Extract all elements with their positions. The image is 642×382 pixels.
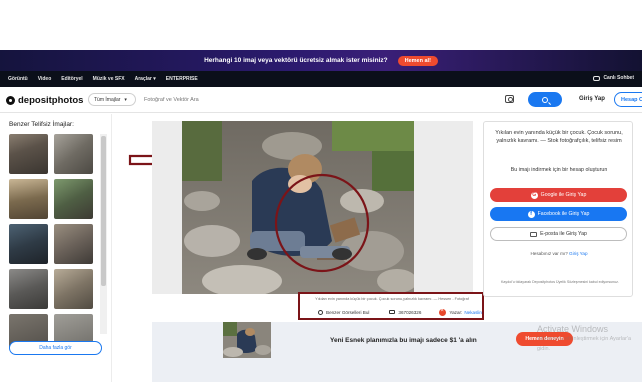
search-button[interactable] (528, 92, 562, 107)
chevron-down-icon: ▾ (124, 96, 127, 103)
card-subheading: Bu imajı indirmek için bir hesap oluştur… (510, 167, 608, 173)
facebook-login-button[interactable]: f Facebook ile Giriş Yap (490, 207, 627, 221)
have-account-prefix: Hesabınız var mı? (530, 251, 568, 256)
banner-thumbnail (223, 322, 271, 358)
signup-card: Yıkılan evin yanında küçük bir çocuk. Ço… (483, 121, 633, 297)
nav-item-enterprise[interactable]: ENTERPRISE (166, 76, 198, 82)
nav-item-video[interactable]: Video (38, 76, 52, 82)
thumbnail[interactable] (54, 134, 93, 174)
scrollbar-thumb[interactable] (101, 136, 106, 286)
mail-icon (530, 231, 538, 237)
page: Herhangi 10 imaj veya vektörü ücretsiz a… (0, 0, 642, 382)
thumbnail-grid (9, 134, 97, 348)
live-chat-button[interactable]: Canlı Sohbet (593, 75, 634, 81)
thumbnail[interactable] (54, 269, 93, 309)
logo-icon (6, 96, 15, 105)
main-nav: Görüntü Video Editöryel Müzik ve SFX Ara… (0, 71, 642, 87)
category-select[interactable]: Tüm İmajlar ▾ (88, 93, 136, 106)
card-heading: Yıkılan evin yanında küçük bir çocuk. Ço… (495, 130, 623, 144)
chat-icon (593, 75, 601, 81)
nav-item-editorial[interactable]: Editöryel (61, 76, 82, 82)
photo-image (182, 121, 414, 294)
nav-item-music[interactable]: Müzik ve SFX (93, 76, 125, 82)
watermark-title: Activate Windows (537, 324, 609, 334)
main-photo[interactable] (182, 121, 414, 294)
similar-images-sidebar: Benzer Telifsiz İmajlar: Daha fazla gör (0, 114, 112, 382)
thumbnail[interactable] (54, 179, 93, 219)
sidebar-scrollbar[interactable] (100, 134, 107, 334)
live-chat-label: Canlı Sohbet (603, 75, 634, 81)
search-input[interactable] (144, 93, 484, 106)
search-icon (542, 96, 548, 103)
see-more-button[interactable]: Daha fazla gör (9, 341, 102, 355)
banner-text: Yeni Esnek planımızla bu imajı sadece $1… (330, 337, 477, 344)
email-login-label: E-posta ile Giriş Yap (540, 231, 587, 237)
have-account-text: Hesabınız var mı? Giriş Yap (494, 251, 624, 256)
stock-id: 367026326 (389, 310, 421, 315)
banner-image (223, 322, 271, 358)
chevron-down-icon: ▾ (153, 76, 156, 82)
thumbnail[interactable] (9, 269, 48, 309)
author-link[interactable]: Yazar:Nekaslin (439, 308, 482, 316)
google-icon: G (530, 191, 538, 199)
nav-item-tools[interactable]: Araçlar ▾ (135, 76, 156, 82)
facebook-login-label: Facebook ile Giriş Yap (537, 211, 590, 217)
photo-info-box: Yıkılan evin yanında küçük bir çocuk. Ço… (298, 292, 484, 320)
sidebar-title: Benzer Telifsiz İmajlar: (9, 121, 74, 128)
google-login-label: Google ile Giriş Yap (540, 192, 587, 198)
id-card-icon (389, 310, 396, 314)
logo[interactable]: depositphotos (6, 95, 83, 106)
search-icon (318, 309, 323, 315)
facebook-icon: f (527, 210, 535, 218)
email-login-button[interactable]: E-posta ile Giriş Yap (490, 227, 627, 241)
promo-cta-button[interactable]: Hemen al! (397, 55, 438, 66)
logo-text: depositphotos (18, 95, 84, 106)
windows-activation-watermark: Activate Windows Windows'u etkinleştirme… (537, 324, 642, 354)
nav-item-tools-label: Araçlar (134, 76, 152, 82)
promo-bar: Herhangi 10 imaj veya vektörü ücretsiz a… (0, 50, 642, 71)
stock-id-value: 367026326 (398, 309, 422, 315)
author-name: Nekaslin (464, 309, 482, 315)
google-login-button[interactable]: G Google ile Giriş Yap (490, 188, 627, 202)
thumbnail[interactable] (54, 224, 93, 264)
promo-text: Herhangi 10 imaj veya vektörü ücretsiz a… (204, 57, 388, 64)
watermark-subtitle: Windows'u etkinleştirmek için Ayarlar'a … (537, 336, 632, 352)
thumbnail[interactable] (9, 224, 48, 264)
header: depositphotos Tüm İmajlar▾ Giriş Yap Hes… (0, 87, 642, 113)
find-similar-label: Benzer Görselleri Bul (326, 309, 370, 315)
nav-item-images[interactable]: Görüntü (8, 76, 28, 82)
camera-icon[interactable] (505, 95, 514, 103)
login-link[interactable]: Giriş Yap (579, 96, 605, 102)
thumbnail[interactable] (9, 179, 48, 219)
find-similar-button[interactable]: Benzer Görselleri Bul (318, 309, 370, 315)
thumbnail[interactable] (9, 134, 48, 174)
photo-actions: Benzer Görselleri Bul 367026326 Yazar:Ne… (300, 307, 482, 317)
author-label: Yazar: (449, 309, 463, 315)
terms-text: Kaydol'u tıklayarak Depositphotos Üyelik… (501, 280, 619, 284)
login-link-card[interactable]: Giriş Yap (569, 251, 587, 256)
author-avatar (439, 308, 447, 316)
photo-caption: Yıkılan evin yanında küçük bir çocuk. Ço… (315, 297, 469, 301)
signup-button[interactable]: Hesap O (614, 92, 642, 107)
category-select-value: Tüm İmajlar (94, 96, 121, 103)
